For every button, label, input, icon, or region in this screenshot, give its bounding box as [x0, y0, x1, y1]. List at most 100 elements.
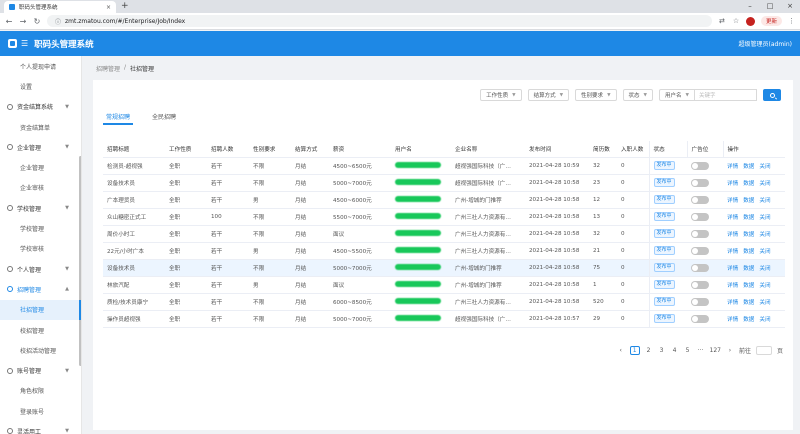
data-link[interactable]: 数据 [743, 215, 754, 221]
sidebar-item[interactable]: 社招管理 [0, 299, 81, 320]
close-link[interactable]: 关闭 [759, 300, 770, 306]
close-tab-icon[interactable]: × [106, 4, 111, 11]
table-row[interactable]: 林旅汽配 全职 若干男月结 面议 广州-增城的门推荐 2021-04-28 10:58 1 0… [103, 276, 785, 294]
page-number[interactable]: 5 [684, 347, 692, 354]
minimize-icon[interactable]: – [740, 0, 760, 13]
url-input[interactable]: ⓘ zmt.zmatou.com/#/Enterprise/Job/Index [47, 15, 712, 27]
page-number[interactable]: 127 [710, 347, 721, 354]
new-tab-icon[interactable]: + [121, 1, 129, 12]
tab-all-people[interactable]: 全民招聘 [149, 112, 179, 125]
sidebar-item[interactable]: 角色权限 [0, 381, 81, 401]
sidebar-group[interactable]: 灵活用工 ▼ [0, 421, 81, 434]
close-link[interactable]: 关闭 [759, 164, 770, 170]
table-row[interactable]: 广本理货员 全职 若干男月结 4500~6000元 广州-增城的门推荐 2021-04-2… [103, 191, 785, 209]
table-row[interactable]: 质检/技术员康宁 全职 若干 不限 月结 6000~8500元 广州三社人力资源有… 2021… [103, 293, 785, 311]
sidebar-group[interactable]: 账号管理 ▼ [0, 360, 81, 380]
sidebar-group[interactable]: 招聘管理 ▲ [0, 279, 81, 299]
detail-link[interactable]: 详情 [727, 198, 738, 204]
data-link[interactable]: 数据 [743, 198, 754, 204]
info-icon[interactable]: ⓘ [55, 17, 61, 26]
translate-icon[interactable]: ⇄ [718, 17, 726, 25]
detail-link[interactable]: 详情 [727, 283, 738, 289]
detail-link[interactable]: 详情 [727, 164, 738, 170]
update-button[interactable]: 更新 [760, 16, 782, 26]
close-link[interactable]: 关闭 [759, 317, 770, 323]
job-nature-select[interactable]: 工作性质 ▼ [480, 89, 522, 101]
close-link[interactable]: 关闭 [759, 198, 770, 204]
page-number[interactable]: 2 [645, 347, 653, 354]
ad-slot-toggle[interactable] [691, 229, 709, 238]
more-icon[interactable]: ⋮ [788, 17, 795, 25]
table-row[interactable]: 操作员超视强 全职 若干 不限 月结 5000~7000元 超视强国际科技（广… 2021-0… [103, 310, 785, 328]
sidebar-item[interactable]: 学校管理 [0, 218, 81, 238]
next-page-icon[interactable]: › [726, 347, 734, 354]
sidebar-item[interactable]: 学校审核 [0, 239, 81, 259]
forward-icon[interactable]: → [19, 17, 27, 26]
sidebar-group[interactable]: 个人管理 ▼ [0, 259, 81, 279]
sidebar-item[interactable]: 资金结算单 [0, 117, 81, 137]
tab-regular[interactable]: 常规招聘 [103, 112, 134, 125]
detail-link[interactable]: 详情 [727, 300, 738, 306]
page-number[interactable]: 4 [671, 347, 679, 354]
sidebar-item[interactable]: 设置 [0, 76, 81, 96]
data-link[interactable]: 数据 [743, 232, 754, 238]
detail-link[interactable]: 详情 [727, 215, 738, 221]
search-button[interactable] [763, 89, 781, 101]
close-window-icon[interactable]: × [780, 0, 800, 13]
close-link[interactable]: 关闭 [759, 215, 770, 221]
sidebar-item[interactable]: 个人提现申请 [0, 56, 81, 76]
breadcrumb-parent[interactable]: 招聘管理 [96, 64, 120, 73]
maximize-icon[interactable]: □ [760, 0, 780, 13]
data-link[interactable]: 数据 [743, 317, 754, 323]
goto-page-input[interactable] [755, 346, 772, 355]
profile-avatar[interactable] [745, 16, 755, 26]
ad-slot-toggle[interactable] [691, 195, 709, 204]
close-link[interactable]: 关闭 [759, 266, 770, 272]
sidebar-item[interactable]: 企业管理 [0, 157, 81, 177]
ad-slot-toggle[interactable] [691, 161, 709, 170]
table-row[interactable]: 22元/小时广本 全职 若干男月结 4500~5500元 广州三社人力资源有… 2021-… [103, 242, 785, 260]
ad-slot-toggle[interactable] [691, 314, 709, 323]
page-number[interactable]: 3 [658, 347, 666, 354]
ad-slot-toggle[interactable] [691, 246, 709, 255]
ad-slot-toggle[interactable] [691, 297, 709, 306]
data-link[interactable]: 数据 [743, 181, 754, 187]
data-link[interactable]: 数据 [743, 249, 754, 255]
sidebar-group[interactable]: 资金结算系统 ▼ [0, 97, 81, 117]
sidebar-item[interactable]: 登录账号 [0, 401, 81, 421]
close-link[interactable]: 关闭 [759, 232, 770, 238]
table-row[interactable]: 众山糖密正式工 全职 100 不限 月结 5500~7000元 广州三社人力资源有… 2021… [103, 208, 785, 226]
sidebar-item[interactable]: 校招活动管理 [0, 340, 81, 360]
sidebar-item[interactable]: 校招管理 [0, 320, 81, 340]
data-link[interactable]: 数据 [743, 164, 754, 170]
page-number[interactable]: 1 [629, 346, 640, 355]
detail-link[interactable]: 详情 [727, 181, 738, 187]
prev-page-icon[interactable]: ‹ [617, 347, 625, 354]
back-icon[interactable]: ← [5, 17, 13, 26]
data-link[interactable]: 数据 [743, 283, 754, 289]
close-link[interactable]: 关闭 [759, 181, 770, 187]
table-row[interactable]: 设备技术员 全职 若干 不限 月结 5000~7000元 广州-增城的门推荐 2021-04-… [103, 259, 785, 277]
star-icon[interactable]: ☆ [732, 17, 740, 25]
close-link[interactable]: 关闭 [759, 249, 770, 255]
keyword-input[interactable]: 关键字 [695, 89, 757, 101]
close-link[interactable]: 关闭 [759, 283, 770, 289]
sidebar-item[interactable]: 企业审核 [0, 178, 81, 198]
detail-link[interactable]: 详情 [727, 266, 738, 272]
reload-icon[interactable]: ↻ [33, 17, 41, 26]
status-select[interactable]: 状态 ▼ [622, 89, 654, 101]
ad-slot-toggle[interactable] [691, 280, 709, 289]
browser-tab[interactable]: 职码头管理系统 × [4, 1, 116, 13]
ad-slot-toggle[interactable] [691, 212, 709, 221]
ad-slot-toggle[interactable] [691, 178, 709, 187]
menu-toggle-icon[interactable]: ☰ [21, 39, 28, 48]
settlement-select[interactable]: 结算方式 ▼ [527, 89, 570, 101]
user-menu[interactable]: 超级管理员(admin) [739, 39, 792, 48]
gender-select[interactable]: 性别要求 ▼ [575, 89, 617, 101]
search-field-select[interactable]: 用户名 ▼ [659, 89, 695, 101]
detail-link[interactable]: 详情 [727, 317, 738, 323]
ad-slot-toggle[interactable] [691, 263, 709, 272]
data-link[interactable]: 数据 [743, 300, 754, 306]
sidebar-group[interactable]: 学校管理 ▼ [0, 198, 81, 218]
sidebar-group[interactable]: 企业管理 ▼ [0, 137, 81, 157]
